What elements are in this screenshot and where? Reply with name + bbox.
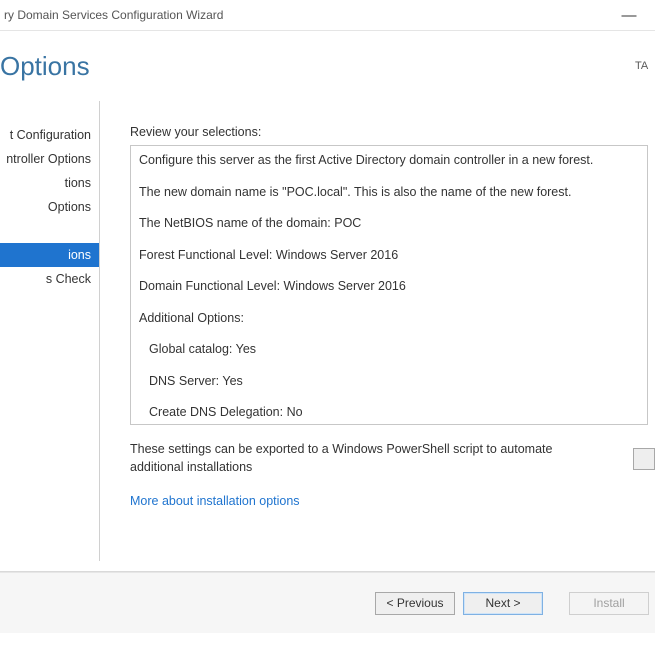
view-script-button[interactable] [633,448,655,470]
more-about-link[interactable]: More about installation options [130,494,300,508]
nav-domain-controller-options[interactable]: ntroller Options [0,147,99,171]
export-row: These settings can be exported to a Wind… [130,441,655,476]
target-server-label: TA [635,60,655,72]
nav-dns-options[interactable]: tions [0,171,99,195]
review-subline: Global catalog: Yes [139,341,639,359]
nav-prerequisites-check[interactable]: s Check [0,267,99,291]
review-line: Configure this server as the first Activ… [139,152,639,170]
previous-button[interactable]: < Previous [375,592,455,615]
review-line: Forest Functional Level: Windows Server … [139,247,639,265]
nav-paths[interactable] [0,219,99,243]
review-line: The new domain name is "POC.local". This… [139,184,639,202]
wizard-body: t Configuration ntroller Options tions O… [0,101,655,561]
review-label: Review your selections: [130,125,655,139]
wizard-footer: < Previous Next > Install [0,572,655,633]
next-button[interactable]: Next > [463,592,543,615]
review-line: Domain Functional Level: Windows Server … [139,278,639,296]
window-title: ry Domain Services Configuration Wizard [0,8,609,22]
review-line: Additional Options: [139,310,639,328]
wizard-main: Review your selections: Configure this s… [100,101,655,561]
nav-additional-options[interactable]: Options [0,195,99,219]
export-text: These settings can be exported to a Wind… [130,441,600,476]
review-subline: DNS Server: Yes [139,373,639,391]
titlebar: ry Domain Services Configuration Wizard … [0,0,655,31]
wizard-header: Options TA [0,31,655,101]
nav-review-options[interactable]: ions [0,243,99,267]
page-heading: Options [0,51,90,82]
review-textbox[interactable]: Configure this server as the first Activ… [130,145,648,425]
install-button[interactable]: Install [569,592,649,615]
wizard-nav: t Configuration ntroller Options tions O… [0,101,100,561]
review-subline: Create DNS Delegation: No [139,404,639,422]
nav-deployment-configuration[interactable]: t Configuration [0,123,99,147]
minimize-button[interactable]: — [609,2,649,28]
review-line: The NetBIOS name of the domain: POC [139,215,639,233]
